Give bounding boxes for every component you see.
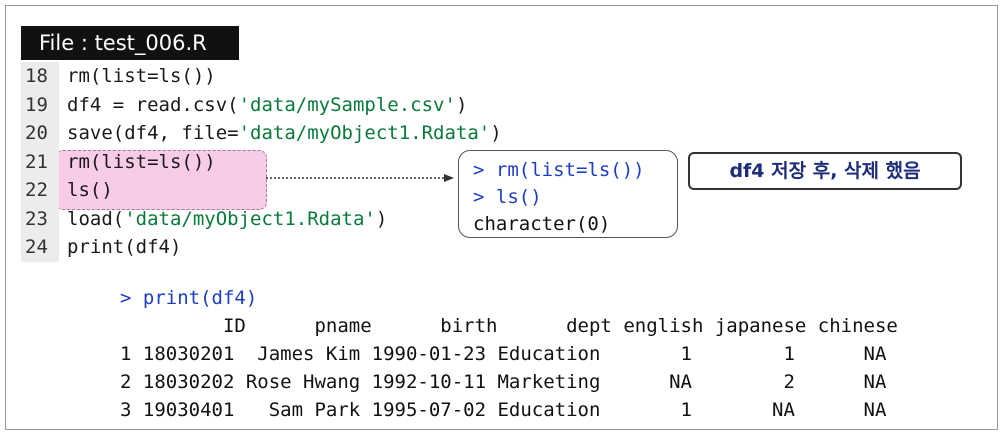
console-line: > ls()	[473, 186, 542, 208]
note-label: df4 저장 후, 삭제 했음	[688, 152, 962, 190]
code-line: 20 save(df4, file='data/myObject1.Rdata')	[21, 119, 502, 148]
code-text: rm(list=ls())	[67, 150, 216, 173]
code-line: 18 rm(list=ls())	[21, 62, 502, 91]
line-number: 20	[21, 119, 59, 148]
code-text: print(df4)	[67, 236, 182, 258]
code-text: save(df4, file='data/myObject1.Rdata')	[67, 122, 502, 144]
code-text: ls()	[67, 179, 113, 201]
output-command: > print(df4)	[120, 287, 258, 309]
console-line: > rm(list=ls())	[473, 159, 645, 181]
line-number: 18	[21, 62, 59, 91]
line-number: 21	[21, 147, 59, 176]
output-row: 1 18030201 James Kim 1990-01-23 Educatio…	[120, 343, 887, 365]
code-text: rm(list=ls())	[67, 65, 216, 87]
dotted-arrow	[266, 174, 454, 182]
console-output: > print(df4) ID pname birth dept english…	[120, 284, 898, 424]
line-number: 19	[21, 90, 59, 119]
code-text: df4 = read.csv('data/mySample.csv')	[67, 93, 468, 116]
code-text: load('data/myObject1.Rdata')	[67, 207, 388, 230]
code-line: 23 load('data/myObject1.Rdata')	[21, 204, 502, 233]
output-header: ID pname birth dept english japanese chi…	[120, 315, 898, 337]
line-number: 24	[21, 233, 59, 262]
console-line: character(0)	[473, 213, 611, 235]
line-number: 22	[21, 176, 59, 205]
console-box: > rm(list=ls()) > ls() character(0)	[458, 150, 678, 238]
output-row: 2 18030202 Rose Hwang 1992-10-11 Marketi…	[120, 371, 887, 393]
line-number: 23	[21, 204, 59, 233]
output-row: 3 19030401 Sam Park 1995-07-02 Education…	[120, 399, 887, 421]
code-line: 19 df4 = read.csv('data/mySample.csv')	[21, 90, 502, 119]
code-line: 24 print(df4)	[21, 233, 502, 262]
code-line: 21 rm(list=ls())	[21, 147, 502, 176]
code-editor: 18 rm(list=ls()) 19 df4 = read.csv('data/my…	[21, 62, 502, 262]
file-label: File : test_006.R	[21, 26, 239, 60]
